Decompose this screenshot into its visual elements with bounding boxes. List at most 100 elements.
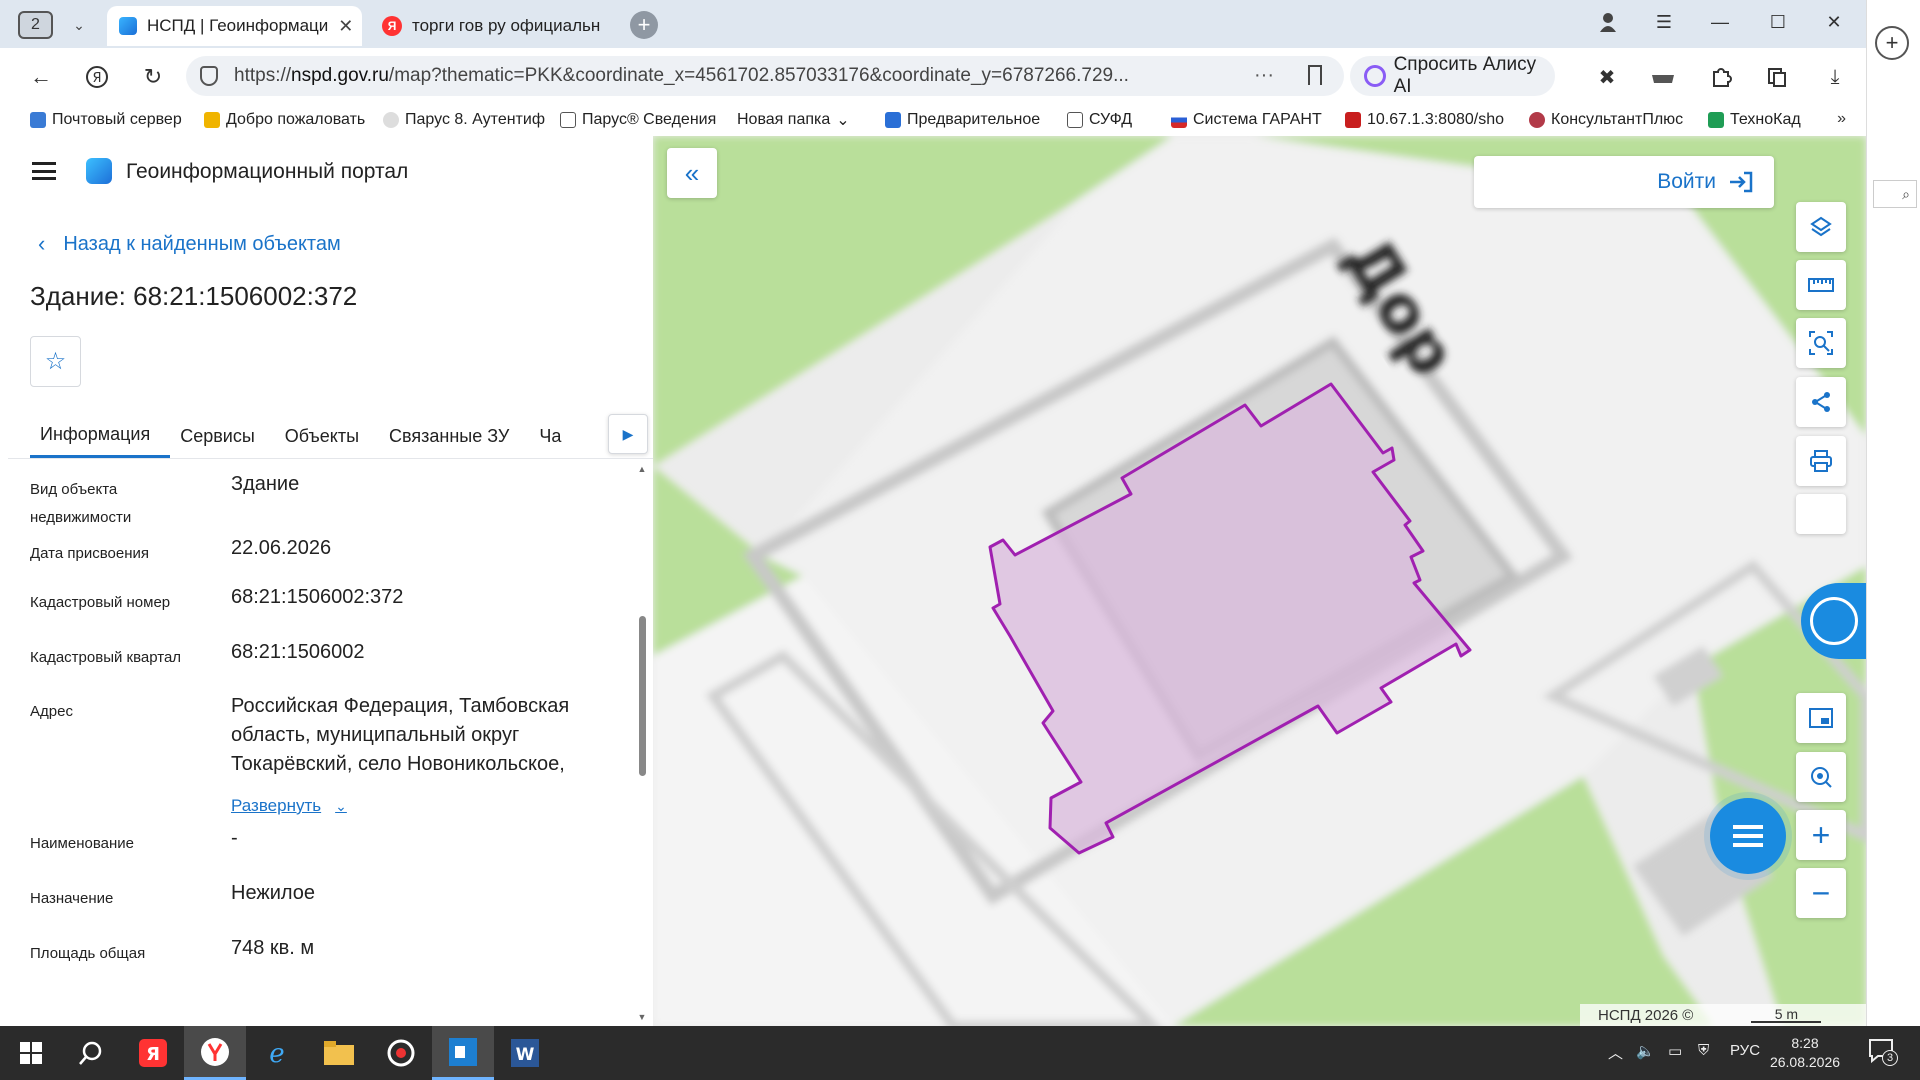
tabs-divider bbox=[8, 458, 653, 459]
portal-logo-icon[interactable] bbox=[86, 158, 112, 184]
downloads-icon[interactable]: ⤓ bbox=[1822, 64, 1848, 90]
tab-count-button[interactable]: 2 bbox=[18, 11, 53, 39]
map-canvas[interactable]: Дор bbox=[653, 136, 1866, 1026]
location-search-icon bbox=[1811, 767, 1832, 788]
geolocation-button[interactable] bbox=[1796, 752, 1846, 802]
bookmark-item[interactable]: СУФД bbox=[1067, 111, 1157, 129]
url-scheme: https:// bbox=[234, 65, 292, 86]
bookmark-item[interactable]: Предварительное bbox=[885, 111, 1053, 129]
area-search-button[interactable] bbox=[1796, 318, 1846, 368]
back-to-results-link[interactable]: ‹ Назад к найденным объектам bbox=[38, 231, 341, 257]
scroll-down-icon[interactable]: ▼ bbox=[636, 1012, 648, 1024]
collections-icon[interactable] bbox=[1764, 64, 1790, 90]
add-panel-icon[interactable]: + bbox=[1875, 26, 1909, 60]
word-icon[interactable]: W bbox=[494, 1026, 556, 1080]
hidden-tool-button[interactable] bbox=[1796, 494, 1846, 534]
tab-torgi[interactable]: Я торги гов ру официальн bbox=[370, 6, 610, 46]
share-button[interactable] bbox=[1796, 377, 1846, 427]
hat-extension-icon[interactable] bbox=[1650, 64, 1676, 90]
bookmark-item[interactable]: ТехноКад bbox=[1708, 111, 1818, 129]
tab-parts[interactable]: Ча bbox=[529, 414, 581, 458]
menu-icon[interactable]: ☰ bbox=[1644, 12, 1684, 33]
tab-related-land[interactable]: Связанные ЗУ bbox=[379, 414, 529, 458]
hamburger-menu-icon[interactable] bbox=[32, 162, 56, 180]
file-explorer-icon[interactable] bbox=[308, 1026, 370, 1080]
bookmark-item[interactable]: КонсультантПлюс bbox=[1529, 111, 1694, 129]
reload-icon[interactable]: ↻ bbox=[138, 62, 168, 92]
svg-text:W: W bbox=[516, 1045, 535, 1065]
yandex-app-icon[interactable]: Я bbox=[122, 1026, 184, 1080]
zoom-out-button[interactable]: − bbox=[1796, 868, 1846, 918]
sidebar-search-icon[interactable]: ⌕ bbox=[1873, 180, 1917, 208]
bookmark-folder[interactable]: Новая папка ⌄ bbox=[737, 110, 871, 130]
property-label: Площадь общая bbox=[30, 945, 146, 962]
layers-button[interactable] bbox=[1796, 202, 1846, 252]
scroll-up-icon[interactable]: ▲ bbox=[636, 464, 648, 476]
tab-services[interactable]: Сервисы bbox=[170, 414, 275, 458]
internet-explorer-icon[interactable]: e bbox=[246, 1026, 308, 1080]
network-icon[interactable]: ▭ bbox=[1668, 1042, 1682, 1060]
yandex-browser-icon[interactable] bbox=[184, 1026, 246, 1080]
collapse-panel-button[interactable]: « bbox=[667, 148, 717, 198]
back-icon[interactable]: ← bbox=[26, 62, 56, 92]
tab-info[interactable]: Информация bbox=[30, 414, 171, 458]
clock[interactable]: 8:28 26.08.2026 bbox=[1760, 1034, 1850, 1072]
tab-nspd[interactable]: НСПД | Геоинформаци ✕ bbox=[107, 6, 362, 46]
tab-list-dropdown-icon[interactable]: ⌄ bbox=[64, 12, 94, 38]
bookmark-item[interactable]: Система ГАРАНТ bbox=[1171, 111, 1331, 129]
tabs-scroll-right-button[interactable]: ▶ bbox=[608, 414, 648, 454]
url-host: nspd.gov.ru bbox=[291, 65, 389, 86]
property-label: Кадастровый квартал bbox=[30, 649, 182, 666]
more-dots-icon[interactable]: ··· bbox=[1254, 64, 1274, 87]
bookmark-item[interactable]: 10.67.1.3:8080/sho bbox=[1345, 111, 1515, 129]
notification-count: 3 bbox=[1882, 1050, 1898, 1066]
windows-logo-icon bbox=[20, 1042, 42, 1064]
profile-icon[interactable] bbox=[1588, 12, 1628, 37]
security-icon[interactable]: ⛨ bbox=[1698, 1042, 1709, 1059]
language-indicator[interactable]: РУС bbox=[1730, 1042, 1760, 1059]
tab-objects[interactable]: Объекты bbox=[275, 414, 379, 458]
bookmark-item[interactable]: Добро пожаловать bbox=[204, 111, 369, 129]
tab-title: торги гов ру официальн bbox=[412, 16, 601, 35]
puzzle-extensions-icon[interactable] bbox=[1708, 64, 1734, 90]
app-blue-icon[interactable] bbox=[432, 1026, 494, 1080]
minimize-icon[interactable]: — bbox=[1700, 12, 1740, 33]
extension-tools-icon[interactable]: ✖ bbox=[1594, 64, 1620, 90]
scroll-thumb[interactable] bbox=[639, 616, 646, 776]
bookmark-icon[interactable] bbox=[1308, 65, 1322, 85]
notifications-button[interactable]: 3 bbox=[1868, 1038, 1898, 1068]
panel-scrollbar[interactable]: ▲ ▼ bbox=[636, 464, 648, 1024]
login-button[interactable]: Войти bbox=[1474, 156, 1774, 208]
share-icon bbox=[1812, 392, 1830, 412]
bookmark-item[interactable]: Парус 8. Аутентиф bbox=[383, 111, 546, 129]
zoom-in-button[interactable]: + bbox=[1796, 810, 1846, 860]
tray-expand-icon[interactable]: ︿ bbox=[1608, 1042, 1623, 1063]
bookmarks-more-button[interactable]: » bbox=[1837, 110, 1846, 128]
security-shield-icon[interactable] bbox=[200, 66, 218, 86]
expand-address-link[interactable]: Развернуть ⌄ bbox=[231, 796, 347, 816]
start-button[interactable] bbox=[0, 1026, 62, 1080]
print-button[interactable] bbox=[1796, 436, 1846, 486]
document-icon bbox=[560, 112, 576, 128]
address-bar[interactable]: https://nspd.gov.ru/map?thematic=PKK&coo… bbox=[186, 56, 1344, 96]
new-tab-button[interactable]: + bbox=[630, 11, 658, 39]
chevron-left-icon: ‹ bbox=[38, 231, 46, 256]
clock-date: 26.08.2026 bbox=[1769, 1054, 1841, 1070]
chat-support-button[interactable] bbox=[1710, 798, 1786, 874]
bookmark-item[interactable]: Почтовый сервер bbox=[30, 111, 190, 129]
close-icon[interactable]: ✕ bbox=[338, 16, 353, 37]
bird-icon bbox=[885, 112, 901, 128]
close-window-icon[interactable]: ✕ bbox=[1814, 12, 1854, 33]
favorite-star-button[interactable]: ☆ bbox=[30, 336, 81, 387]
bookmark-item[interactable]: Парус® Сведения bbox=[560, 111, 723, 129]
ruler-button[interactable] bbox=[1796, 260, 1846, 310]
object-info-panel: Геоинформационный портал ‹ Назад к найде… bbox=[8, 136, 653, 1026]
portal-title[interactable]: Геоинформационный портал bbox=[126, 160, 408, 184]
yandex-home-icon[interactable]: Я bbox=[82, 62, 112, 92]
ask-alice-button[interactable]: Спросить Алису AI bbox=[1350, 54, 1555, 97]
minimap-button[interactable] bbox=[1796, 693, 1846, 743]
volume-icon[interactable]: 🔈 bbox=[1636, 1042, 1655, 1060]
search-button[interactable] bbox=[60, 1026, 122, 1080]
app-c-icon[interactable] bbox=[370, 1026, 432, 1080]
maximize-icon[interactable]: ☐ bbox=[1758, 12, 1798, 33]
